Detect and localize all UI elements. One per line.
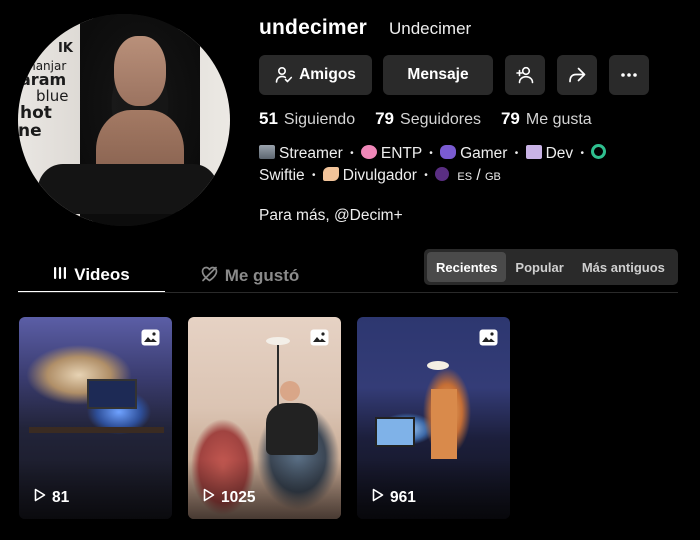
- video-card[interactable]: 1025: [188, 317, 341, 519]
- bio-separator: •: [429, 148, 433, 159]
- followers-label: Seguidores: [400, 111, 481, 128]
- ellipsis-icon: [620, 72, 638, 78]
- message-button[interactable]: Mensaje: [383, 55, 493, 95]
- likes-stat: 79 Me gusta: [501, 109, 592, 129]
- thumbnail-lamp: [266, 337, 290, 345]
- friends-button-label: Amigos: [299, 66, 356, 83]
- video-views: 81: [34, 488, 69, 507]
- profile-nickname: Undecimer: [389, 19, 472, 38]
- tab-liked[interactable]: Me gustó: [165, 259, 335, 293]
- gamepad-icon: [440, 145, 457, 160]
- writing-hand-icon: [322, 167, 339, 182]
- egg-icon: [435, 167, 450, 182]
- play-icon: [34, 488, 46, 507]
- bio-separator: •: [514, 148, 519, 159]
- video-views-count: 1025: [221, 488, 256, 506]
- following-count: 51: [259, 109, 278, 128]
- video-views-count: 961: [390, 488, 416, 506]
- play-icon: [372, 488, 384, 507]
- tab-liked-label: Me gustó: [224, 266, 300, 285]
- add-friend-button[interactable]: [505, 55, 545, 95]
- bio-tag: Dev: [545, 145, 574, 163]
- thumbnail-lit-panel: [431, 389, 457, 459]
- photo-icon: [141, 329, 160, 346]
- lang-separator: /: [476, 167, 481, 185]
- thumbnail-monitor: [375, 417, 415, 447]
- grid-lines-icon: [53, 265, 67, 285]
- bio-separator: •: [424, 170, 428, 182]
- thumbnail-person-body: [266, 403, 318, 455]
- video-views-count: 81: [52, 488, 70, 506]
- bio-tag: Streamer: [279, 145, 343, 163]
- sort-recent[interactable]: Recientes: [427, 252, 507, 282]
- bio-link-line: Para más, @Decim+: [259, 207, 403, 224]
- bio-tag: Divulgador: [342, 167, 417, 185]
- bio-tag: Gamer: [460, 145, 508, 163]
- brain-icon: [360, 145, 377, 160]
- tab-videos[interactable]: Videos: [18, 259, 165, 293]
- thumbnail-desk: [29, 427, 164, 433]
- profile-avatar[interactable]: IK manjar aram blue hot ne: [18, 14, 230, 226]
- likes-label: Me gusta: [525, 111, 592, 128]
- thumbnail-person-head: [280, 381, 300, 401]
- photo-icon: [310, 329, 329, 346]
- bio-tag: ENTP: [380, 145, 422, 163]
- followers-stat[interactable]: 79 Seguidores: [375, 109, 481, 129]
- loop-icon: [591, 144, 607, 160]
- profile-stats: 51 Siguiendo 79 Seguidores 79 Me gusta: [259, 109, 612, 129]
- video-views: 961: [372, 488, 416, 507]
- message-button-label: Mensaje: [407, 66, 469, 83]
- photo-icon: [479, 329, 498, 346]
- profile-username: undecimer: [259, 16, 367, 39]
- video-card[interactable]: 961: [357, 317, 510, 519]
- thumbnail-monitor: [87, 379, 137, 409]
- following-stat[interactable]: 51 Siguiendo: [259, 109, 355, 129]
- likes-count: 79: [500, 109, 520, 128]
- more-options-button[interactable]: [609, 55, 649, 95]
- avatar-poster-text: IK manjar aram blue hot ne: [18, 41, 73, 141]
- person-plus-icon: [515, 65, 535, 85]
- tab-videos-label: Videos: [74, 265, 130, 284]
- profile-bio: Streamer • ENTP • Gamer • Dev • Swiftie …: [259, 143, 679, 188]
- movie-camera-icon: [259, 145, 275, 160]
- sort-popular[interactable]: Popular: [506, 252, 572, 282]
- video-card[interactable]: 81: [19, 317, 172, 519]
- profile-page: IK manjar aram blue hot ne undecimer Und…: [0, 0, 700, 540]
- technologist-icon: [525, 145, 542, 160]
- bio-separator: •: [311, 170, 316, 182]
- followers-count: 79: [375, 109, 395, 128]
- share-arrow-icon: [567, 65, 587, 85]
- avatar-face: [114, 36, 166, 106]
- bio-tag: Swiftie: [259, 167, 305, 185]
- video-views: 1025: [203, 488, 255, 507]
- heart-slash-icon: [201, 266, 218, 287]
- play-icon: [203, 488, 215, 507]
- sort-control: Recientes Popular Más antiguos: [424, 249, 678, 285]
- friends-button[interactable]: Amigos: [259, 55, 372, 95]
- bio-separator: •: [350, 148, 354, 159]
- share-button[interactable]: [557, 55, 597, 95]
- friends-icon: [275, 66, 293, 84]
- avatar-arms: [38, 164, 218, 214]
- lang-gb: GB: [484, 171, 501, 184]
- bio-separator: •: [580, 148, 585, 159]
- lang-es: ES: [457, 171, 473, 184]
- sort-oldest[interactable]: Más antiguos: [573, 252, 674, 282]
- thumbnail-lamp: [427, 361, 449, 370]
- tabs-divider: [18, 292, 678, 293]
- following-label: Siguiendo: [283, 111, 356, 128]
